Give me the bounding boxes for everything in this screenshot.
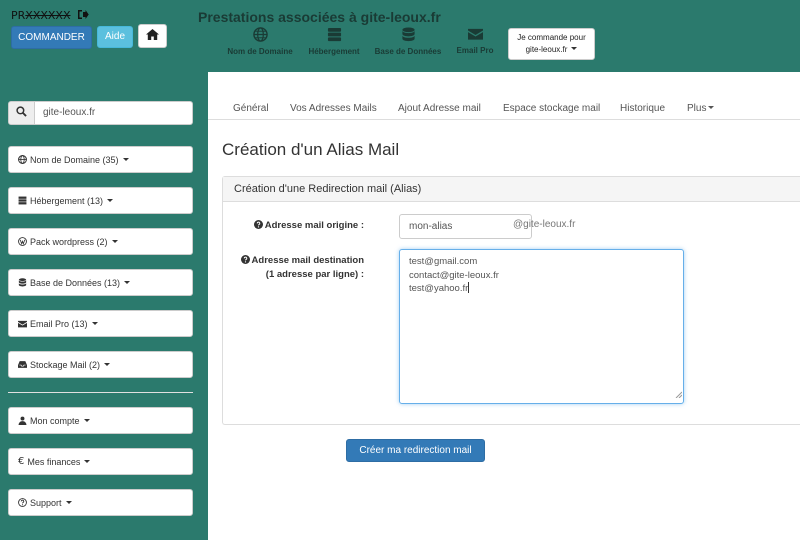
question-circle-icon	[253, 220, 263, 232]
alias-form-panel: Création d'une Redirection mail (Alias) …	[222, 176, 800, 425]
tab-bar: Général Vos Adresses Mails Ajout Adresse…	[208, 72, 800, 120]
origin-label-text: Adresse mail origine :	[264, 220, 364, 231]
brand: PRXXXXXX	[11, 9, 89, 23]
sidebar-item-email-pro[interactable]: Email Pro (13)	[8, 310, 193, 337]
panel-heading: Création d'une Redirection mail (Alias)	[223, 177, 800, 202]
database-icon	[18, 278, 27, 287]
inbox-icon	[18, 360, 27, 369]
server-icon	[327, 27, 342, 45]
chevron-down-icon	[124, 281, 131, 284]
destination-label-line2: (1 adresse par ligne) :	[265, 269, 364, 280]
sidebar-item-label: Mes finances	[27, 456, 81, 467]
order-for-dropdown[interactable]: Je commande pour gite-leoux.fr	[508, 28, 595, 60]
sidebar-item-label: Email Pro (13)	[30, 318, 88, 329]
tab-plus[interactable]: Plus	[687, 103, 715, 114]
tab-general[interactable]: Général	[233, 103, 269, 114]
top-nav-email-pro[interactable]: Email Pro	[455, 27, 495, 55]
search-icon	[16, 106, 27, 120]
top-nav-label: Email Pro	[456, 46, 494, 55]
aide-button[interactable]: Aide	[97, 26, 133, 48]
question-circle-icon	[240, 255, 250, 268]
sidebar-item-label: Mon compte	[30, 415, 80, 426]
chevron-down-icon	[91, 322, 98, 325]
sidebar-item-stockage-mail[interactable]: Stockage Mail (2)	[8, 351, 193, 378]
destination-textarea[interactable]: test@gmail.com contact@gite-leoux.fr tes…	[399, 249, 684, 404]
tab-vos-adresses-mails[interactable]: Vos Adresses Mails	[290, 103, 377, 114]
order-for-domain: gite-leoux.fr	[525, 45, 568, 54]
euro-icon: €	[18, 456, 25, 467]
resize-handle-icon[interactable]	[675, 389, 683, 403]
create-redirection-button[interactable]: Créer ma redirection mail	[346, 439, 485, 462]
domain-suffix: @gite-leoux.fr	[513, 219, 576, 230]
top-nav-hebergement[interactable]: Hébergement	[306, 27, 362, 56]
search-input[interactable]: gite-leoux.fr	[35, 101, 193, 125]
chevron-down-icon	[84, 460, 91, 463]
brand-masked: XXXXXX	[25, 9, 71, 22]
sidebar-item-support[interactable]: Support	[8, 489, 193, 516]
page-title: Création d'un Alias Mail	[222, 140, 400, 159]
top-nav-base-de-donnees[interactable]: Base de Données	[372, 27, 444, 56]
sidebar-search: gite-leoux.fr	[8, 101, 193, 125]
top-nav-nom-de-domaine[interactable]: Nom de Domaine	[226, 27, 294, 56]
main-content: Général Vos Adresses Mails Ajout Adresse…	[208, 72, 800, 540]
top-nav-label: Hébergement	[308, 47, 360, 56]
text-cursor	[468, 282, 470, 293]
site-title: Prestations associées à gite-leoux.fr	[198, 9, 441, 25]
order-for-label: Je commande pour	[517, 33, 586, 42]
origin-label: Adresse mail origine :	[237, 220, 364, 232]
sidebar-item-label: Stockage Mail (2)	[30, 359, 101, 370]
sidebar-item-mes-finances[interactable]: € Mes finances	[8, 448, 193, 475]
chevron-down-icon	[708, 106, 715, 109]
tab-plus-label: Plus	[687, 103, 707, 114]
destination-line: contact@gite-leoux.fr	[409, 269, 499, 281]
commander-button[interactable]: COMMANDER	[11, 26, 92, 49]
destination-line-text: test@yahoo.fr	[409, 283, 469, 294]
envelope-icon	[18, 320, 27, 328]
home-icon	[146, 29, 159, 43]
user-icon	[18, 416, 27, 425]
globe-icon	[18, 155, 27, 164]
sidebar-item-pack-wordpress[interactable]: Pack wordpress (2)	[8, 228, 193, 255]
brand-prefix: PR	[11, 9, 26, 22]
top-nav-label: Base de Données	[374, 47, 442, 56]
destination-label-line1: Adresse mail destination	[251, 255, 364, 266]
sidebar-item-label: Nom de Domaine (35)	[30, 154, 119, 165]
server-icon	[18, 196, 27, 205]
chevron-down-icon	[107, 199, 114, 202]
header: PRXXXXXX COMMANDER Aide Prestations asso…	[0, 0, 800, 72]
tab-ajout-adresse-mail[interactable]: Ajout Adresse mail	[398, 103, 481, 114]
envelope-icon	[467, 27, 483, 44]
wordpress-icon	[18, 237, 27, 246]
chevron-down-icon	[571, 47, 578, 50]
logout-icon[interactable]	[77, 9, 89, 23]
sidebar-item-nom-de-domaine[interactable]: Nom de Domaine (35)	[8, 146, 193, 173]
chevron-down-icon	[111, 240, 118, 243]
sidebar-item-label: Base de Données (13)	[30, 277, 121, 288]
sidebar-divider	[8, 392, 193, 393]
sidebar-item-mon-compte[interactable]: Mon compte	[8, 407, 193, 434]
database-icon	[401, 27, 416, 45]
globe-icon	[252, 27, 268, 45]
chevron-down-icon	[104, 363, 111, 366]
search-button[interactable]	[8, 101, 35, 125]
question-circle-icon	[18, 498, 27, 507]
destination-line-last: test@yahoo.fr	[409, 282, 674, 296]
sidebar-item-base-de-donnees[interactable]: Base de Données (13)	[8, 269, 193, 296]
destination-line: test@gmail.com	[409, 256, 478, 267]
sidebar-item-label: Pack wordpress (2)	[30, 236, 108, 247]
home-button[interactable]	[138, 24, 167, 48]
sidebar-item-label: Support	[30, 497, 62, 508]
sidebar-item-hebergement[interactable]: Hébergement (13)	[8, 187, 193, 214]
chevron-down-icon	[65, 501, 72, 504]
sidebar-item-label: Hébergement (13)	[30, 195, 104, 206]
top-nav-label: Nom de Domaine	[227, 47, 293, 56]
tab-espace-stockage-mail[interactable]: Espace stockage mail	[503, 103, 600, 114]
destination-label: Adresse mail destination (1 adresse par …	[233, 254, 364, 281]
chevron-down-icon	[83, 419, 90, 422]
chevron-down-icon	[122, 158, 129, 161]
tab-historique[interactable]: Historique	[620, 103, 665, 114]
